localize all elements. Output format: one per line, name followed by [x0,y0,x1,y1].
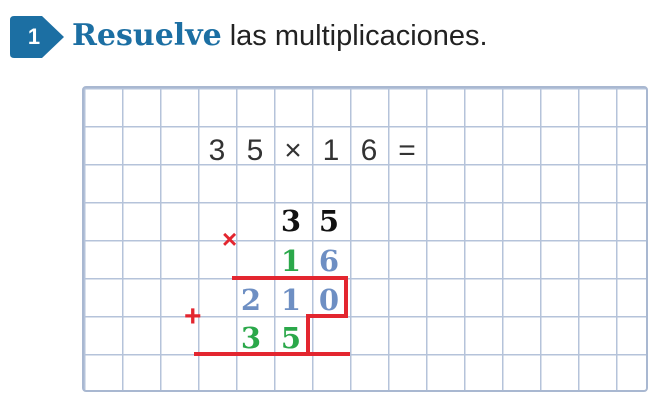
activity-number: 1 [27,24,41,49]
equation-digit: 3 [208,134,226,167]
partial-product-digit: 0 [318,283,340,317]
activity-header: 1 Resuelve las multiplicaciones. [0,0,658,80]
squared-paper-grid: 3 5 × 1 6 = 3 5 1 6 2 1 0 3 5 [82,86,648,392]
partial-product-digit: 5 [280,321,302,355]
instruction-verb: Resuelve [72,18,222,53]
equation-digit: 6 [360,134,378,167]
partial-product-digit: 2 [240,283,262,317]
partial-product-digit: 1 [280,283,302,317]
instruction-text: Resuelve las multiplicaciones. [72,14,488,58]
multiplier-digit: 6 [318,244,340,278]
multiplicand-digit: 5 [318,204,340,238]
activity-number-badge: 1 [8,14,68,60]
multiplier-digit: 1 [280,244,302,278]
instruction-rest: las multiplicaciones. [229,20,488,52]
multiply-sign-icon: × [222,224,238,254]
plus-sign-icon: + [184,300,202,333]
partial-product-digit: 3 [240,321,262,355]
multiplicand-digit: 3 [280,204,302,238]
equation-digit: 1 [322,134,340,167]
equation-times-sign: × [284,134,302,167]
equation-digit: 5 [246,134,264,167]
equation-equals-sign: = [398,134,416,167]
